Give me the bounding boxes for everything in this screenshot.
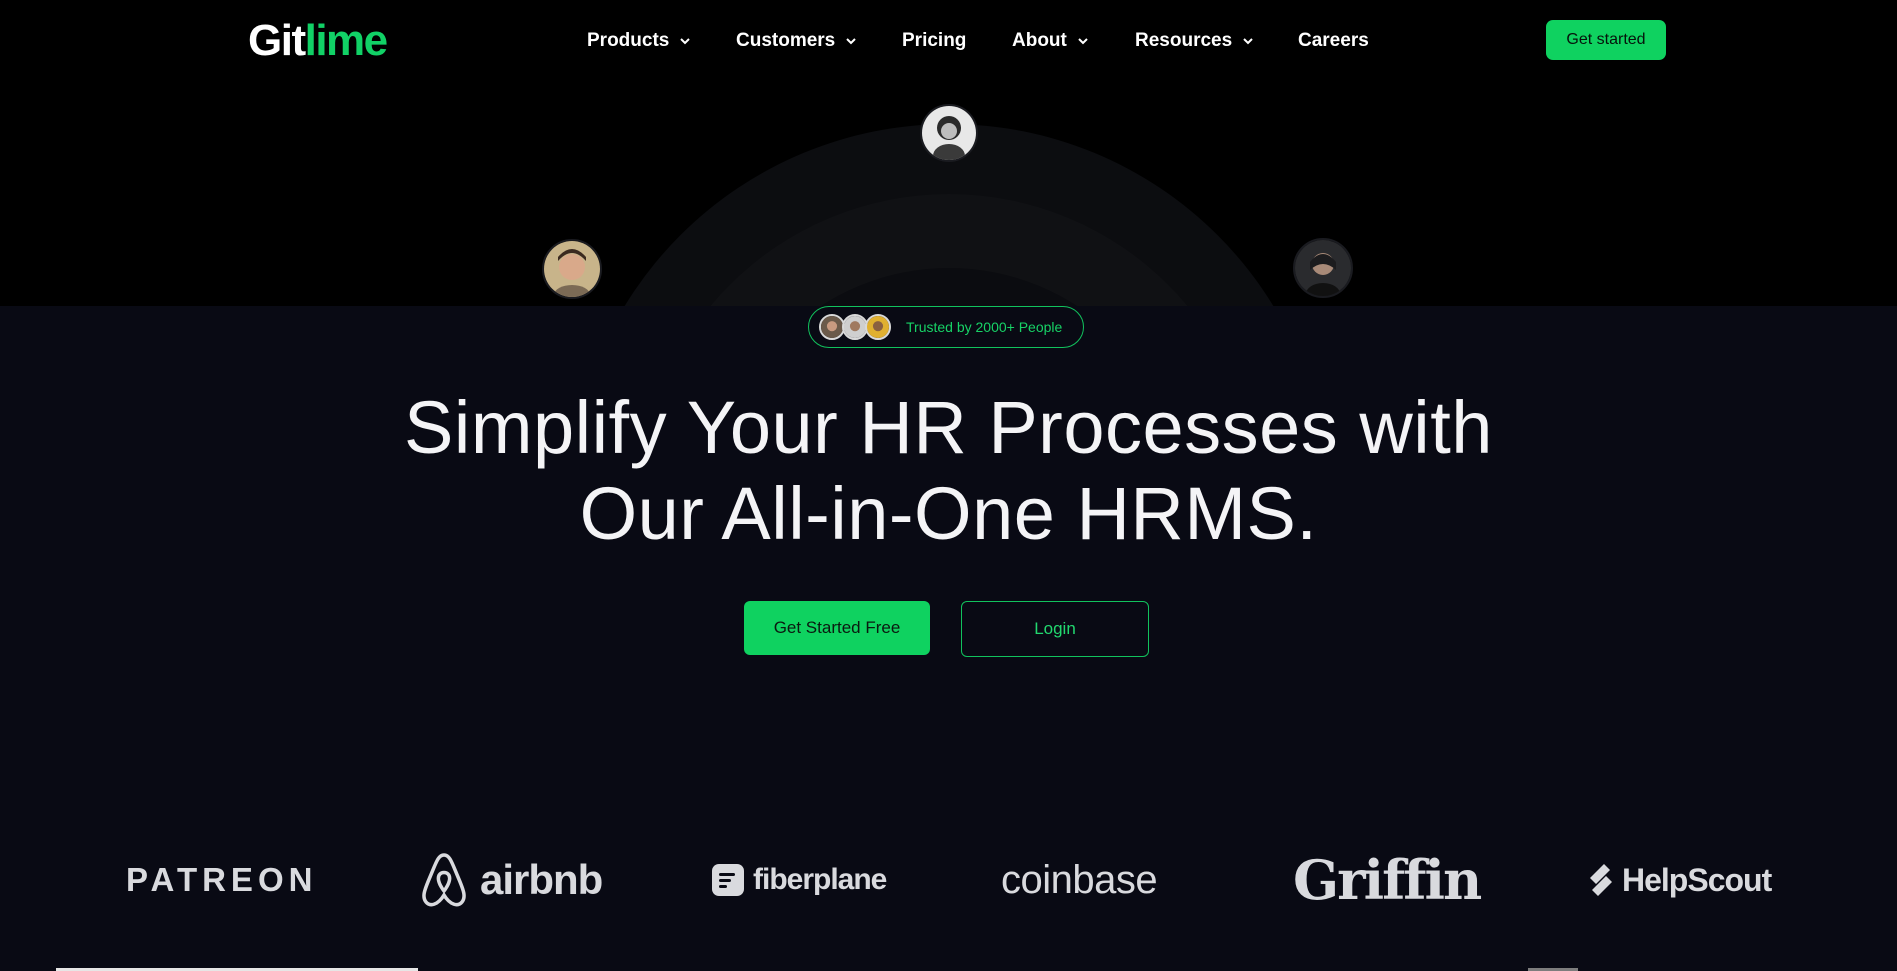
nav-customers[interactable]: Customers	[736, 30, 857, 52]
logo-text-lime: lime	[304, 16, 389, 65]
chevron-down-icon	[1078, 38, 1088, 45]
nav-label: About	[1012, 30, 1067, 51]
nav-label: Pricing	[902, 30, 967, 51]
logo-text: HelpScout	[1622, 861, 1772, 898]
griffin-logo: Griffin	[1293, 840, 1482, 920]
nav-pricing[interactable]: Pricing	[902, 30, 966, 52]
headline-line: Simplify Your HR Processes with	[404, 386, 1493, 469]
chevron-down-icon	[680, 38, 691, 45]
coinbase-logo: coinbase	[1001, 840, 1158, 920]
airbnb-logo: airbnb	[418, 840, 603, 920]
gitlime-logo[interactable]: Gitlime	[248, 16, 389, 66]
headline-line: Our All-in-One HRMS.	[579, 472, 1318, 555]
helpscout-icon	[1590, 864, 1612, 896]
chevron-down-icon	[846, 38, 856, 45]
fiberplane-icon	[712, 864, 744, 896]
mini-avatar-group	[819, 314, 891, 340]
hero-headline: Simplify Your HR Processes with Our All-…	[0, 385, 1897, 557]
nav-about[interactable]: About	[1012, 30, 1089, 52]
logo-text: Griffin	[1293, 848, 1482, 912]
logo-text: airbnb	[480, 856, 603, 903]
customer-logos: PATREON airbnb fiberplane coinbase Griff…	[0, 840, 1897, 920]
get-started-button[interactable]: Get started	[1546, 20, 1666, 60]
get-started-free-button[interactable]: Get Started Free	[744, 601, 930, 655]
patreon-logo: PATREON	[126, 840, 317, 920]
logo-text: coinbase	[1001, 857, 1158, 902]
nav-label: Customers	[736, 30, 836, 51]
avatar	[920, 104, 978, 162]
trust-text: Trusted by 2000+ People	[906, 319, 1063, 335]
trust-badge: Trusted by 2000+ People	[808, 306, 1084, 348]
logo-text: fiberplane	[753, 863, 887, 896]
airbnb-icon	[422, 853, 466, 907]
nav-resources[interactable]: Resources	[1135, 30, 1254, 52]
logo-text: PATREON	[126, 861, 318, 898]
nav-careers[interactable]: Careers	[1298, 30, 1369, 52]
top-navigation: Gitlime Products Customers Pricing About…	[0, 0, 1897, 80]
logo-text-git: Git	[248, 16, 306, 65]
login-button[interactable]: Login	[961, 601, 1149, 657]
helpscout-logo: HelpScout	[1586, 840, 1772, 920]
nav-label: Careers	[1298, 30, 1369, 51]
chevron-down-icon	[1243, 38, 1253, 45]
nav-label: Products	[587, 30, 670, 51]
fiberplane-logo: fiberplane	[711, 840, 887, 920]
nav-label: Resources	[1135, 30, 1233, 51]
nav-products[interactable]: Products	[587, 30, 691, 52]
avatar	[865, 314, 891, 340]
avatar	[542, 239, 602, 299]
avatar	[1293, 238, 1353, 298]
